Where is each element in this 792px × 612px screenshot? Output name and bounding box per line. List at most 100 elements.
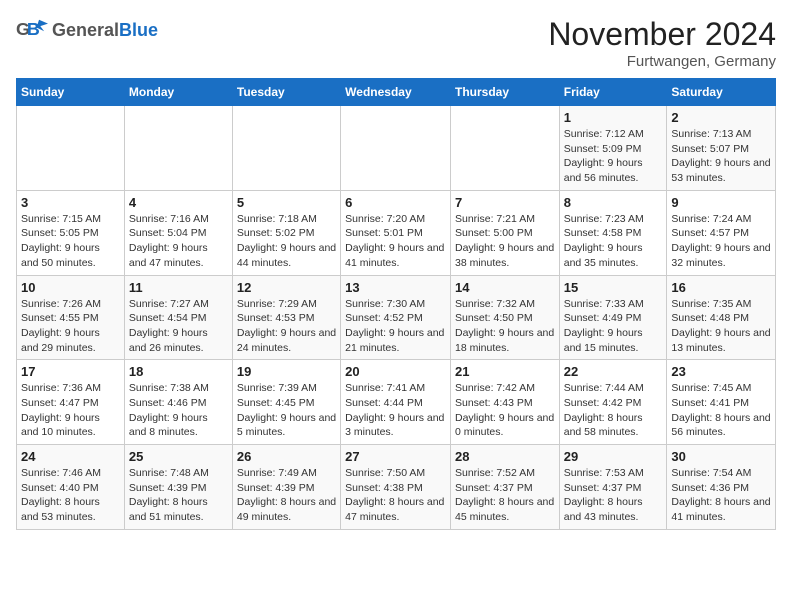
day-info: Sunrise: 7:24 AMSunset: 4:57 PMDaylight:…	[671, 212, 771, 271]
day-number: 23	[671, 364, 771, 379]
logo-icon: G B	[16, 16, 48, 44]
calendar-cell: 29Sunrise: 7:53 AMSunset: 4:37 PMDayligh…	[559, 445, 667, 530]
day-number: 25	[129, 449, 228, 464]
day-info: Sunrise: 7:27 AMSunset: 4:54 PMDaylight:…	[129, 297, 228, 356]
calendar-cell: 2Sunrise: 7:13 AMSunset: 5:07 PMDaylight…	[667, 106, 776, 191]
weekday-header: Tuesday	[232, 79, 340, 106]
day-info: Sunrise: 7:42 AMSunset: 4:43 PMDaylight:…	[455, 381, 555, 440]
day-info: Sunrise: 7:46 AMSunset: 4:40 PMDaylight:…	[21, 466, 120, 525]
calendar-cell	[124, 106, 232, 191]
day-info: Sunrise: 7:45 AMSunset: 4:41 PMDaylight:…	[671, 381, 771, 440]
calendar-cell: 10Sunrise: 7:26 AMSunset: 4:55 PMDayligh…	[17, 275, 125, 360]
weekday-header: Sunday	[17, 79, 125, 106]
calendar-cell: 5Sunrise: 7:18 AMSunset: 5:02 PMDaylight…	[232, 190, 340, 275]
calendar-cell: 21 Sunrise: 7:42 AMSunset: 4:43 PMDayligh…	[450, 360, 559, 445]
calendar-cell	[17, 106, 125, 191]
day-info: Sunrise: 7:35 AMSunset: 4:48 PMDaylight:…	[671, 297, 771, 356]
day-number: 9	[671, 195, 771, 210]
calendar-week-row: 3 Sunrise: 7:15 AMSunset: 5:05 PMDaylight…	[17, 190, 776, 275]
day-number: 22	[564, 364, 663, 379]
calendar-week-row: 1 Sunrise: 7:12 AMSunset: 5:09 PMDaylight…	[17, 106, 776, 191]
calendar-cell: 28Sunrise: 7:52 AMSunset: 4:37 PMDayligh…	[450, 445, 559, 530]
title-section: November 2024 Furtwangen, Germany	[548, 16, 776, 70]
day-number: 17	[21, 364, 120, 379]
day-number: 29	[564, 449, 663, 464]
day-info: Sunrise: 7:33 AMSunset: 4:49 PMDaylight:…	[564, 297, 663, 356]
location-title: Furtwangen, Germany	[548, 53, 776, 70]
day-info: Sunrise: 7:41 AMSunset: 4:44 PMDaylight:…	[345, 381, 446, 440]
day-info: Sunrise: 7:49 AMSunset: 4:39 PMDaylight:…	[237, 466, 336, 525]
day-info: Sunrise: 7:15 AMSunset: 5:05 PMDaylight:…	[21, 212, 120, 271]
calendar-cell: 18 Sunrise: 7:38 AMSunset: 4:46 PMDayligh…	[124, 360, 232, 445]
day-number: 1	[564, 110, 663, 125]
calendar-cell	[450, 106, 559, 191]
calendar-cell: 1 Sunrise: 7:12 AMSunset: 5:09 PMDaylight…	[559, 106, 667, 191]
day-number: 18	[129, 364, 228, 379]
day-number: 4	[129, 195, 228, 210]
day-info: Sunrise: 7:54 AMSunset: 4:36 PMDaylight:…	[671, 466, 771, 525]
day-number: 20	[345, 364, 446, 379]
calendar-cell	[341, 106, 451, 191]
day-number: 7	[455, 195, 555, 210]
calendar-cell: 3 Sunrise: 7:15 AMSunset: 5:05 PMDaylight…	[17, 190, 125, 275]
day-info: Sunrise: 7:32 AMSunset: 4:50 PMDaylight:…	[455, 297, 555, 356]
day-number: 5	[237, 195, 336, 210]
day-number: 24	[21, 449, 120, 464]
day-number: 3	[21, 195, 120, 210]
day-number: 12	[237, 280, 336, 295]
day-number: 15	[564, 280, 663, 295]
weekday-header: Thursday	[450, 79, 559, 106]
calendar-cell: 27Sunrise: 7:50 AMSunset: 4:38 PMDayligh…	[341, 445, 451, 530]
calendar-cell: 11 Sunrise: 7:27 AMSunset: 4:54 PMDayligh…	[124, 275, 232, 360]
day-number: 19	[237, 364, 336, 379]
day-info: Sunrise: 7:38 AMSunset: 4:46 PMDaylight:…	[129, 381, 228, 440]
calendar-cell: 13Sunrise: 7:30 AMSunset: 4:52 PMDayligh…	[341, 275, 451, 360]
month-title: November 2024	[548, 16, 776, 53]
calendar-body: 1 Sunrise: 7:12 AMSunset: 5:09 PMDaylight…	[17, 106, 776, 530]
calendar-cell: 25 Sunrise: 7:48 AMSunset: 4:39 PMDayligh…	[124, 445, 232, 530]
calendar-cell: 4Sunrise: 7:16 AMSunset: 5:04 PMDaylight…	[124, 190, 232, 275]
calendar-week-row: 17 Sunrise: 7:36 AMSunset: 4:47 PMDayligh…	[17, 360, 776, 445]
day-number: 21	[455, 364, 555, 379]
day-info: Sunrise: 7:48 AMSunset: 4:39 PMDaylight:…	[129, 466, 228, 525]
calendar-cell: 24 Sunrise: 7:46 AMSunset: 4:40 PMDayligh…	[17, 445, 125, 530]
day-number: 6	[345, 195, 446, 210]
day-number: 11	[129, 280, 228, 295]
day-number: 28	[455, 449, 555, 464]
calendar-cell: 12Sunrise: 7:29 AMSunset: 4:53 PMDayligh…	[232, 275, 340, 360]
calendar-cell: 19 Sunrise: 7:39 AMSunset: 4:45 PMDayligh…	[232, 360, 340, 445]
day-number: 8	[564, 195, 663, 210]
svg-text:B: B	[27, 19, 40, 39]
calendar-cell: 9 Sunrise: 7:24 AMSunset: 4:57 PMDaylight…	[667, 190, 776, 275]
calendar-table: SundayMondayTuesdayWednesdayThursdayFrid…	[16, 78, 776, 530]
calendar-cell: 26 Sunrise: 7:49 AMSunset: 4:39 PMDayligh…	[232, 445, 340, 530]
calendar-cell: 22 Sunrise: 7:44 AMSunset: 4:42 PMDayligh…	[559, 360, 667, 445]
weekday-header: Wednesday	[341, 79, 451, 106]
day-info: Sunrise: 7:36 AMSunset: 4:47 PMDaylight:…	[21, 381, 120, 440]
calendar-cell	[232, 106, 340, 191]
day-number: 10	[21, 280, 120, 295]
day-number: 2	[671, 110, 771, 125]
day-info: Sunrise: 7:12 AMSunset: 5:09 PMDaylight:…	[564, 127, 663, 186]
day-number: 16	[671, 280, 771, 295]
weekday-header: Saturday	[667, 79, 776, 106]
page-header: G B GeneralBlue November 2024 Furtwangen…	[16, 16, 776, 70]
calendar-cell: 14Sunrise: 7:32 AMSunset: 4:50 PMDayligh…	[450, 275, 559, 360]
weekday-header: Friday	[559, 79, 667, 106]
day-number: 30	[671, 449, 771, 464]
logo: G B GeneralBlue	[16, 16, 158, 44]
calendar-header: SundayMondayTuesdayWednesdayThursdayFrid…	[17, 79, 776, 106]
logo-text: GeneralBlue	[52, 20, 158, 41]
calendar-cell: 17 Sunrise: 7:36 AMSunset: 4:47 PMDayligh…	[17, 360, 125, 445]
weekday-header: Monday	[124, 79, 232, 106]
calendar-cell: 7 Sunrise: 7:21 AMSunset: 5:00 PMDaylight…	[450, 190, 559, 275]
day-info: Sunrise: 7:50 AMSunset: 4:38 PMDaylight:…	[345, 466, 446, 525]
calendar-cell: 23 Sunrise: 7:45 AMSunset: 4:41 PMDayligh…	[667, 360, 776, 445]
day-info: Sunrise: 7:44 AMSunset: 4:42 PMDaylight:…	[564, 381, 663, 440]
day-number: 26	[237, 449, 336, 464]
calendar-cell: 16 Sunrise: 7:35 AMSunset: 4:48 PMDayligh…	[667, 275, 776, 360]
day-info: Sunrise: 7:21 AMSunset: 5:00 PMDaylight:…	[455, 212, 555, 271]
calendar-cell: 15 Sunrise: 7:33 AMSunset: 4:49 PMDayligh…	[559, 275, 667, 360]
calendar-week-row: 24 Sunrise: 7:46 AMSunset: 4:40 PMDayligh…	[17, 445, 776, 530]
day-info: Sunrise: 7:39 AMSunset: 4:45 PMDaylight:…	[237, 381, 336, 440]
